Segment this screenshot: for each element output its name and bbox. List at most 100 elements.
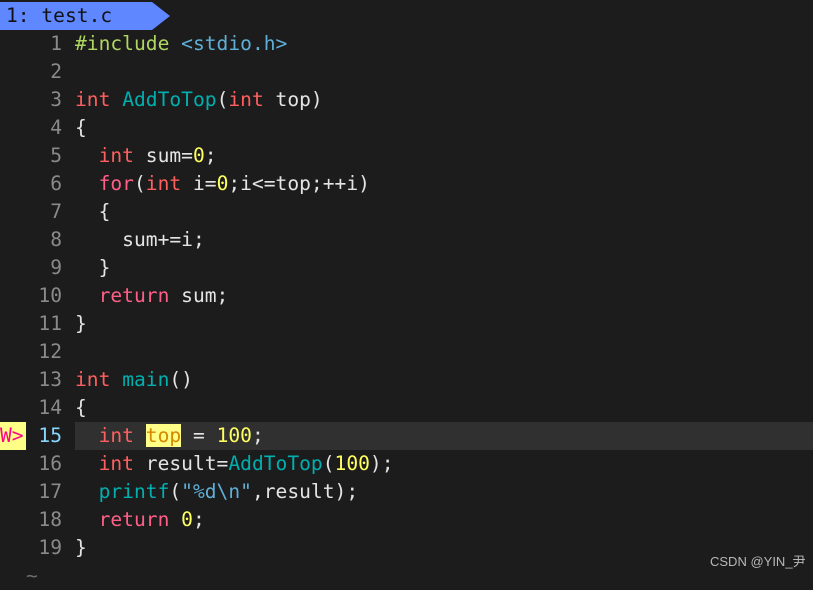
code-line[interactable]: 13 int main() bbox=[0, 366, 813, 394]
code-token: () bbox=[169, 368, 193, 391]
code-line[interactable]: 9 } bbox=[0, 254, 813, 282]
code-line[interactable]: 10 return sum; bbox=[0, 282, 813, 310]
code-token: 100 bbox=[216, 424, 252, 447]
code-token: int bbox=[75, 88, 111, 111]
code-text: { bbox=[75, 198, 813, 226]
code-token: AddToTop bbox=[122, 88, 217, 111]
code-line[interactable]: 2 bbox=[0, 58, 813, 86]
code-token: int bbox=[98, 144, 134, 167]
code-line[interactable]: 5 int sum=0; bbox=[0, 142, 813, 170]
code-token: ( bbox=[169, 480, 182, 503]
code-line[interactable]: 7 { bbox=[0, 198, 813, 226]
code-text: { bbox=[75, 394, 813, 422]
code-token: 0 bbox=[192, 144, 205, 167]
editor-buffer[interactable]: 1 #include <stdio.h> 2 3 int AddToTop(int to… bbox=[0, 30, 813, 590]
line-number: 5 bbox=[50, 144, 62, 167]
code-token: { bbox=[75, 116, 87, 139]
code-token: 0 bbox=[181, 508, 193, 531]
code-token: top) bbox=[263, 88, 323, 111]
code-token: ( bbox=[133, 172, 146, 195]
code-line[interactable]: 11} bbox=[0, 310, 813, 338]
line-number: 12 bbox=[38, 340, 62, 363]
code-token: #include bbox=[75, 32, 170, 55]
code-token: int bbox=[98, 452, 134, 475]
line-number: 2 bbox=[50, 60, 62, 83]
code-token: i= bbox=[181, 172, 217, 195]
sign-column bbox=[0, 226, 26, 254]
code-line[interactable]: 8 sum+=i; bbox=[0, 226, 813, 254]
tab-arrow bbox=[152, 2, 170, 30]
code-token: } bbox=[75, 256, 111, 279]
code-token: int bbox=[98, 424, 134, 447]
code-token: ; bbox=[251, 424, 264, 447]
code-line[interactable]: 18 return 0; bbox=[0, 506, 813, 534]
code-token: int bbox=[145, 172, 182, 195]
code-text: int sum=0; bbox=[75, 142, 813, 170]
empty-buffer-line: ~ bbox=[0, 562, 813, 590]
code-token: 100 bbox=[334, 452, 370, 475]
line-number: 16 bbox=[38, 452, 62, 475]
line-number: 8 bbox=[50, 228, 62, 251]
code-token: sum+=i; bbox=[75, 228, 205, 251]
code-line[interactable]: 17 printf("%d\n",result); bbox=[0, 478, 813, 506]
code-line[interactable]: 6 for(int i=0;i<=top;++i) bbox=[0, 170, 813, 198]
sign-column bbox=[0, 506, 26, 534]
sign-column bbox=[0, 86, 26, 114]
sign-column bbox=[0, 254, 26, 282]
sign-column bbox=[0, 58, 26, 86]
code-text: } bbox=[75, 310, 813, 338]
tilde-marker: ~ bbox=[26, 564, 38, 587]
sign-column bbox=[0, 114, 26, 142]
code-line[interactable]: 14 { bbox=[0, 394, 813, 422]
line-number: 4 bbox=[50, 116, 62, 139]
code-text: int result=AddToTop(100); bbox=[75, 450, 813, 478]
watermark: CSDN @YIN_尹 bbox=[710, 554, 806, 569]
sign-column bbox=[0, 394, 26, 422]
line-number: 15 bbox=[38, 424, 62, 447]
search-highlight: top bbox=[145, 424, 182, 447]
line-number: 6 bbox=[50, 172, 62, 195]
code-text: sum+=i; bbox=[75, 226, 813, 254]
code-line[interactable]: W> 15 int top = 100; bbox=[0, 422, 813, 450]
sign-column bbox=[0, 30, 26, 58]
sign-column bbox=[0, 478, 26, 506]
code-text: int AddToTop(int top) bbox=[75, 86, 813, 114]
code-line[interactable]: 1 #include <stdio.h> bbox=[0, 30, 813, 58]
code-line[interactable]: 12 bbox=[0, 338, 813, 366]
code-token: return bbox=[98, 508, 170, 531]
code-text: int top = 100; bbox=[75, 422, 813, 450]
line-number: 1 bbox=[50, 32, 62, 55]
line-number: 10 bbox=[38, 284, 62, 307]
code-token: ;i<=top;++i) bbox=[228, 172, 370, 195]
warning-sign: W> bbox=[0, 422, 26, 450]
code-token: sum; bbox=[169, 284, 229, 307]
code-text: } bbox=[75, 534, 813, 562]
code-line[interactable]: 19} bbox=[0, 534, 813, 562]
code-token: sum= bbox=[133, 144, 193, 167]
code-token: result= bbox=[133, 452, 229, 475]
code-token: ; bbox=[192, 508, 205, 531]
tab-test-c[interactable]: 1: test.c bbox=[0, 2, 152, 30]
code-token: int bbox=[228, 88, 264, 111]
code-text: printf("%d\n",result); bbox=[75, 478, 813, 506]
code-line[interactable]: 16 int result=AddToTop(100); bbox=[0, 450, 813, 478]
sign-column bbox=[0, 450, 26, 478]
code-token: printf bbox=[98, 480, 170, 503]
code-line[interactable]: 3 int AddToTop(int top) bbox=[0, 86, 813, 114]
code-text: { bbox=[75, 114, 813, 142]
code-line[interactable]: 4{ bbox=[0, 114, 813, 142]
sign-column bbox=[0, 338, 26, 366]
code-token: 0 bbox=[216, 172, 229, 195]
code-token: main bbox=[122, 368, 170, 391]
line-number: 9 bbox=[50, 256, 62, 279]
code-token: "%d\n" bbox=[181, 480, 252, 503]
code-token: ( bbox=[322, 452, 335, 475]
tab-bar: 1: test.c bbox=[0, 0, 813, 30]
